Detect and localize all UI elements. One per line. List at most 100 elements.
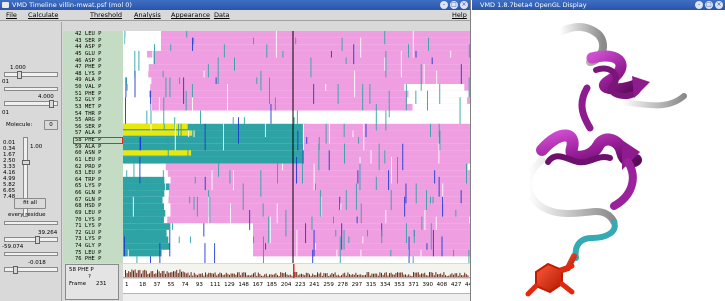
structure-tick: [180, 123, 182, 138]
residue-label[interactable]: 65 LYS P: [75, 183, 123, 189]
summary-bar: [203, 275, 205, 277]
residue-label[interactable]: 43 SER P: [75, 38, 123, 44]
residue-label[interactable]: 68 HSD P: [75, 203, 123, 209]
protein-render[interactable]: [472, 10, 725, 301]
summary-bar: [136, 272, 138, 277]
menu-help[interactable]: Help: [452, 11, 467, 19]
structure-tick: [275, 31, 277, 58]
structure-tick: [183, 77, 185, 104]
residue-label[interactable]: 57 ALA P: [75, 130, 123, 136]
residue-label[interactable]: 50 VAL P: [75, 84, 123, 90]
menu-calculate[interactable]: Calculate: [28, 11, 58, 19]
slider-3[interactable]: [4, 100, 58, 108]
structure-tick: [134, 70, 136, 98]
gl-maximize-icon[interactable]: □: [705, 1, 713, 9]
residue-label[interactable]: 67 GLN P: [75, 197, 123, 203]
turn-block: [123, 176, 165, 184]
residue-label[interactable]: 69 LEU P: [75, 210, 123, 216]
slider-2[interactable]: [4, 87, 58, 91]
frame-summary-strip[interactable]: [123, 264, 470, 278]
structure-tick: [217, 57, 219, 85]
structure-tick: [384, 150, 386, 164]
menu-threshold[interactable]: Threshold: [90, 11, 122, 19]
structure-tick: [191, 84, 193, 98]
structure-tick: [328, 150, 330, 171]
menu-analysis[interactable]: Analysis: [134, 11, 161, 19]
residue-label[interactable]: 44 ASP P: [75, 44, 123, 50]
gl-titlebar[interactable]: VMD 1.8.7beta4 OpenGL Display - □ ×: [472, 0, 725, 10]
residue-label[interactable]: 42 LEU P: [75, 31, 123, 37]
structure-tick: [196, 196, 198, 217]
structure-tick: [408, 236, 410, 263]
residue-label[interactable]: 48 LYS P: [75, 71, 123, 77]
summary-bar: [288, 275, 290, 277]
gl-minimize-icon[interactable]: -: [695, 1, 703, 9]
timeline-plot[interactable]: [123, 31, 470, 263]
summary-bar: [296, 272, 298, 277]
summary-bar: [270, 274, 272, 277]
timeline-window: VMD Timeline villin-mwat.psf (mol 0) - □…: [0, 0, 471, 301]
menu-data[interactable]: Data: [214, 11, 230, 19]
slider-1[interactable]: [4, 71, 58, 79]
structure-tick: [192, 97, 194, 124]
summary-bar: [355, 272, 357, 277]
residue-label[interactable]: 64 TRP P: [75, 177, 123, 183]
menu-file[interactable]: File: [6, 11, 17, 19]
residue-label[interactable]: 75 LEU P: [75, 250, 123, 256]
residue-label[interactable]: 66 GLN P: [75, 190, 123, 196]
value-4: 01: [2, 110, 9, 116]
summary-bar: [141, 273, 142, 277]
residue-label[interactable]: 56 SER P: [75, 124, 123, 130]
residue-label[interactable]: 61 LEU P: [75, 157, 123, 163]
minimize-icon[interactable]: -: [440, 1, 448, 9]
residue-label[interactable]: 49 ALA P: [75, 77, 123, 83]
close-icon[interactable]: ×: [460, 1, 468, 9]
slider-7[interactable]: [4, 266, 58, 274]
summary-bar: [237, 272, 238, 277]
summary-bar: [272, 274, 274, 277]
summary-bar: [425, 275, 427, 277]
residue-label[interactable]: 71 LYS P: [75, 223, 123, 229]
residue-label[interactable]: 63 LEU P: [75, 170, 123, 176]
turn-block: [123, 143, 310, 151]
summary-bar: [438, 274, 440, 277]
structure-tick: [468, 44, 470, 58]
structure-tick: [167, 137, 169, 157]
timeline-titlebar[interactable]: VMD Timeline villin-mwat.psf (mol 0) - □…: [0, 0, 470, 10]
fit-all-button[interactable]: fit all: [14, 198, 46, 209]
residue-label[interactable]: 53 MET P: [75, 104, 123, 110]
residue-label[interactable]: 51 PHE P: [75, 91, 123, 97]
residue-label[interactable]: 52 GLY P: [75, 97, 123, 103]
residue-label[interactable]: 45 GLU P: [75, 51, 123, 57]
residue-label[interactable]: 46 ASP P: [75, 58, 123, 64]
structure-tick: [415, 50, 417, 58]
summary-bar: [294, 272, 296, 277]
residue-label[interactable]: 55 ARG P: [75, 117, 123, 123]
residue-label[interactable]: 76 PHE P: [75, 256, 123, 262]
slider-6[interactable]: [4, 252, 58, 256]
residue-label[interactable]: 59 ALA P: [75, 144, 123, 150]
gl-close-icon[interactable]: ×: [715, 1, 723, 9]
slider-4[interactable]: [4, 221, 58, 225]
residue-label[interactable]: 62 PRO P: [75, 164, 123, 170]
maximize-icon[interactable]: □: [450, 1, 458, 9]
structure-tick: [360, 37, 362, 58]
menu-appearance[interactable]: Appearance: [171, 11, 210, 19]
horizontal-scrollbar[interactable]: [123, 293, 470, 301]
residue-label[interactable]: 47 PHE P: [75, 64, 123, 70]
residue-label[interactable]: 54 THR P: [75, 111, 123, 117]
frame-axis-tick: 427: [450, 282, 462, 288]
residue-label[interactable]: 60 ASN P: [75, 150, 123, 156]
structure-tick: [439, 130, 441, 151]
residue-label[interactable]: 74 GLY P: [75, 243, 123, 249]
helix-block: [161, 37, 470, 45]
residue-label[interactable]: 70 LYS P: [75, 217, 123, 223]
structure-tick: [312, 249, 314, 263]
molecule-selector[interactable]: 0: [44, 120, 58, 130]
residue-label[interactable]: 73 LYS P: [75, 236, 123, 242]
structure-tick: [233, 170, 234, 191]
slider-5[interactable]: [4, 236, 58, 244]
value-6: -59.074: [2, 244, 24, 250]
structure-tick: [170, 44, 172, 51]
residue-label[interactable]: 72 GLU P: [75, 230, 123, 236]
